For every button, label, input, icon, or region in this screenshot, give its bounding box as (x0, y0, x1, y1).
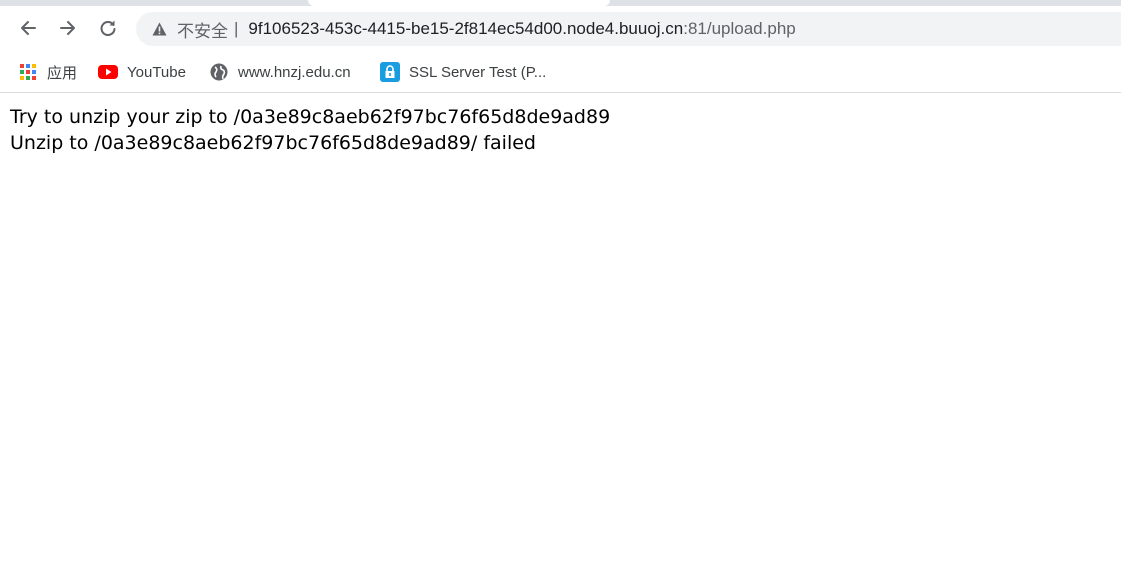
page-body: Try to unzip your zip to /0a3e89c8aeb62f… (10, 104, 610, 156)
url-host: 9f106523-453c-4415-be15-2f814ec54d00.nod… (248, 19, 684, 38)
ssl-lock-icon (380, 62, 400, 82)
bookmark-apps[interactable]: 应用 (18, 60, 77, 84)
arrow-left-icon (21, 21, 36, 35)
browser-toolbar: 不安全 | 9f106523-453c-4415-be15-2f814ec54d… (0, 6, 1121, 52)
back-button[interactable] (14, 14, 42, 42)
bookmark-hnzj[interactable]: www.hnzj.edu.cn (209, 60, 351, 84)
bookmark-youtube[interactable]: YouTube (98, 60, 186, 84)
arrow-right-icon (60, 21, 75, 35)
bookmark-label: SSL Server Test (P... (409, 63, 547, 81)
apps-grid-icon (18, 62, 38, 82)
warning-triangle-icon[interactable] (151, 21, 167, 37)
bookmark-ssl-test[interactable]: SSL Server Test (P... (380, 60, 546, 84)
reload-icon (100, 20, 116, 36)
globe-icon (209, 62, 229, 82)
bookmarks-bar: 应用 YouTube www.hnzj.edu.cn SSL Server Te… (0, 52, 1121, 93)
not-secure-label[interactable]: 不安全 (177, 17, 228, 42)
url-port-path: :81/upload.php (683, 19, 796, 38)
bookmark-label: 应用 (47, 64, 78, 82)
reload-button[interactable] (94, 14, 122, 42)
address-separator: | (234, 19, 239, 38)
unzip-failed-message: Unzip to /0a3e89c8aeb62f97bc76f65d8de9ad… (10, 132, 536, 154)
bookmark-label: www.hnzj.edu.cn (238, 63, 351, 81)
youtube-icon (98, 62, 118, 82)
unzip-attempt-message: Try to unzip your zip to /0a3e89c8aeb62f… (10, 106, 611, 128)
address-bar[interactable]: 不安全 | 9f106523-453c-4415-be15-2f814ec54d… (136, 12, 1121, 46)
forward-button[interactable] (54, 14, 82, 42)
bookmark-label: YouTube (127, 63, 186, 81)
